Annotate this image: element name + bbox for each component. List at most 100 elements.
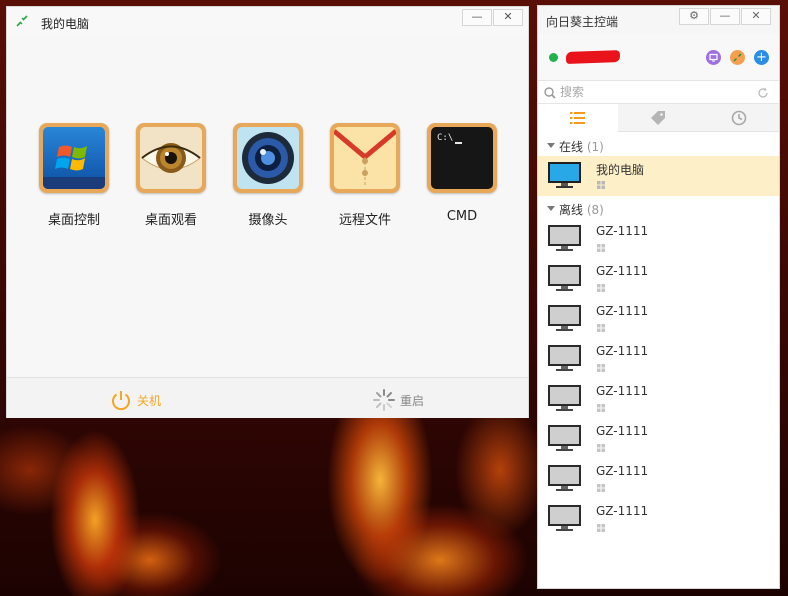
monitor-offline-icon [548, 385, 581, 411]
windows-os-icon [597, 284, 605, 292]
restart-label: 重启 [400, 394, 425, 408]
windows-os-icon [597, 181, 605, 189]
search-input[interactable] [560, 84, 750, 100]
window-title: 我的电脑 [41, 17, 90, 31]
camera-lens-icon [237, 127, 299, 189]
window-titlebar[interactable]: 我的电脑 — ✕ [7, 7, 528, 35]
window-footer: 关机 重启 [7, 377, 528, 418]
panel-close-button[interactable]: ✕ [741, 8, 771, 25]
sunlogin-logo-icon [16, 15, 28, 27]
device-name: GZ-1111 [596, 504, 649, 518]
device-row-my-computer[interactable]: 我的电脑 [538, 156, 779, 196]
sunlogin-controller-panel: 向日葵主控端 ⚙ — ✕ + 搜索 在线 (1) 我的电脑 离线 (8) GZ-… [537, 5, 780, 589]
app-label: 摄像头 [248, 213, 288, 228]
eye-icon [140, 127, 202, 189]
app-tile: C:\ [427, 123, 497, 193]
app-tile [39, 123, 109, 193]
app-camera[interactable]: 摄像头 [228, 123, 308, 228]
device-name: 我的电脑 [596, 163, 645, 177]
windows-os-icon [597, 444, 605, 452]
terminal-icon: C:\ [431, 127, 493, 189]
online-status-dot [549, 53, 558, 62]
group-label: 在线 (1) [559, 140, 604, 154]
list-icon [570, 112, 585, 124]
redacted-username [565, 50, 621, 64]
device-row-offline[interactable]: GZ-1111 [538, 419, 779, 459]
windows-os-icon [597, 404, 605, 412]
app-tile [136, 123, 206, 193]
envelope-icon [334, 127, 396, 189]
monitor-offline-icon [548, 345, 581, 371]
my-computer-window: 我的电脑 — ✕ 桌面控制 桌面观看 摄像头 远程文件 C:\ CMD 关机 重… [6, 6, 529, 418]
screen-icon[interactable] [706, 50, 721, 65]
app-grid: 桌面控制 桌面观看 摄像头 远程文件 C:\ CMD [7, 35, 528, 377]
device-name: GZ-1111 [596, 344, 649, 358]
tab-history[interactable] [698, 104, 778, 132]
app-label: 远程文件 [338, 213, 391, 228]
shutdown-label: 关机 [137, 394, 162, 408]
restart-button[interactable]: 重启 [372, 388, 442, 411]
settings-button[interactable]: ⚙ [679, 8, 709, 25]
device-row-offline[interactable]: GZ-1111 [538, 299, 779, 339]
power-icon [112, 391, 130, 411]
terminal-prompt: C:\ [437, 133, 454, 143]
minimize-button[interactable]: — [462, 9, 492, 26]
remote-connect-icon[interactable] [730, 50, 745, 65]
shutdown-button[interactable]: 关机 [109, 388, 179, 411]
device-row-offline[interactable]: GZ-1111 [538, 339, 779, 379]
tag-icon [651, 111, 665, 125]
refresh-icon[interactable] [756, 86, 770, 100]
app-tile [330, 123, 400, 193]
monitor-offline-icon [548, 465, 581, 491]
panel-title: 向日葵主控端 [546, 15, 619, 29]
app-desktop-control[interactable]: 桌面控制 [34, 123, 114, 228]
monitor-offline-icon [548, 305, 581, 331]
group-offline-header[interactable]: 离线 (8) [538, 199, 779, 219]
group-label: 离线 (8) [559, 203, 604, 217]
device-row-offline[interactable]: GZ-1111 [538, 459, 779, 499]
monitor-offline-icon [548, 225, 581, 251]
windows-os-icon [597, 484, 605, 492]
app-desktop-watch[interactable]: 桌面观看 [131, 123, 211, 228]
tab-device-list[interactable] [538, 104, 618, 132]
panel-minimize-button[interactable]: — [710, 8, 740, 25]
collapse-triangle-icon [547, 143, 555, 148]
panel-titlebar[interactable]: 向日葵主控端 ⚙ — ✕ [538, 6, 779, 34]
app-tile [233, 123, 303, 193]
device-name: GZ-1111 [596, 424, 649, 438]
app-remote-files[interactable]: 远程文件 [325, 123, 405, 228]
device-row-offline[interactable]: GZ-1111 [538, 259, 779, 299]
windows-os-icon [597, 244, 605, 252]
search-bar [538, 80, 779, 104]
device-name: GZ-1111 [596, 304, 649, 318]
baidu-jingyan-watermark [678, 524, 702, 549]
search-icon [544, 87, 556, 99]
add-device-icon[interactable]: + [754, 50, 769, 65]
user-info-row: + [538, 34, 779, 80]
device-row-offline[interactable]: GZ-1111 [538, 219, 779, 259]
group-online-header[interactable]: 在线 (1) [538, 136, 779, 156]
windows-os-icon [597, 324, 605, 332]
terminal-cursor [455, 142, 462, 144]
monitor-offline-icon [548, 425, 581, 451]
monitor-offline-icon [548, 265, 581, 291]
windows-os-icon [597, 364, 605, 372]
restart-spinner-icon [373, 389, 395, 411]
app-label: 桌面控制 [47, 213, 100, 228]
view-tabs [538, 104, 779, 132]
device-name: GZ-1111 [596, 384, 649, 398]
app-label: 桌面观看 [144, 213, 197, 228]
collapse-triangle-icon [547, 206, 555, 211]
device-name: GZ-1111 [596, 264, 649, 278]
windows-desktop-icon [43, 127, 105, 189]
app-cmd[interactable]: C:\ CMD [422, 123, 502, 224]
app-label: CMD [446, 209, 478, 224]
monitor-online-icon [548, 162, 581, 188]
device-name: GZ-1111 [596, 464, 649, 478]
device-row-offline[interactable]: GZ-1111 [538, 379, 779, 419]
close-button[interactable]: ✕ [493, 9, 523, 26]
monitor-offline-icon [548, 505, 581, 531]
tab-tags[interactable] [618, 104, 698, 132]
device-name: GZ-1111 [596, 224, 649, 238]
clock-icon [731, 110, 747, 126]
